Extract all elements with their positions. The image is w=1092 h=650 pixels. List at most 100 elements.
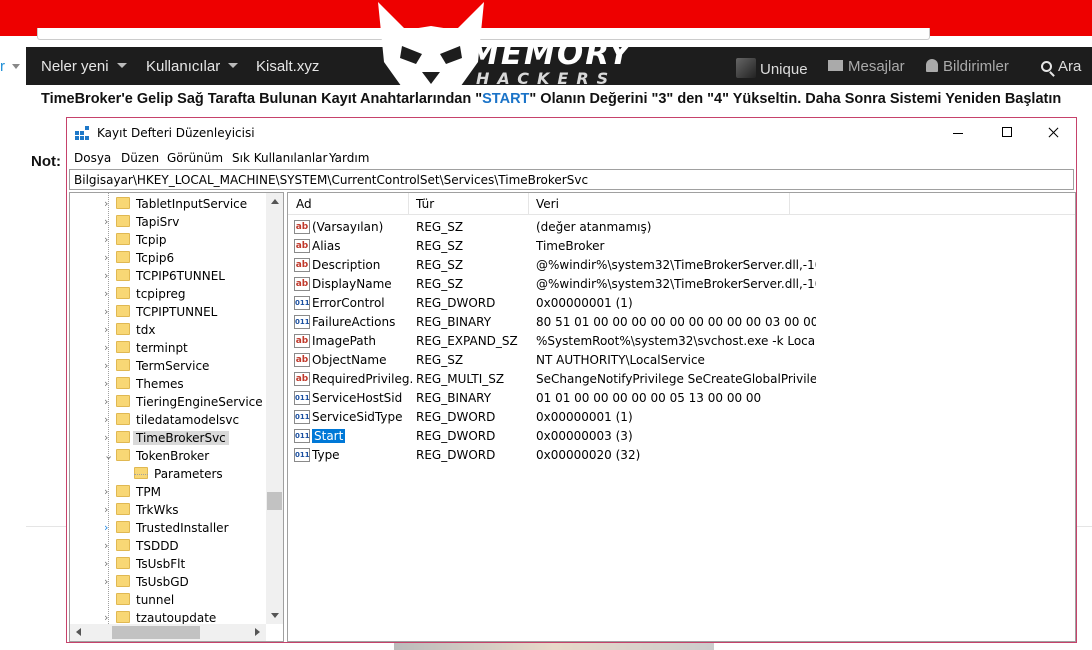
tree-item[interactable]: › TabletInputService xyxy=(70,195,266,213)
menu-file[interactable]: Dosya xyxy=(74,151,111,165)
scroll-thumb[interactable] xyxy=(267,492,282,510)
tree-connector xyxy=(134,474,148,475)
scroll-left-icon[interactable] xyxy=(76,628,81,636)
tree-item[interactable]: › TPM xyxy=(70,483,266,501)
tree-item[interactable]: › TieringEngineService xyxy=(70,393,266,411)
nav-whats-new[interactable]: Neler yeni xyxy=(41,58,127,75)
tree-item-label: TokenBroker xyxy=(136,449,210,463)
column-header-name[interactable]: Ad xyxy=(296,197,312,211)
value-row[interactable]: ab DisplayName REG_SZ @%windir%\system32\Ti… xyxy=(288,275,1075,294)
value-name: ImagePath xyxy=(312,334,376,348)
tree-item[interactable]: › TrkWks xyxy=(70,501,266,519)
nav-search-label: Ara xyxy=(1058,58,1082,75)
value-row[interactable]: 011 ServiceSidType REG_DWORD 0x00000001 (1) xyxy=(288,408,1075,427)
column-divider[interactable] xyxy=(789,193,790,215)
tree-item[interactable]: › Themes xyxy=(70,375,266,393)
value-row[interactable]: 011 Type REG_DWORD 0x00000020 (32) xyxy=(288,446,1075,465)
tree-item[interactable]: › Tcpip6 xyxy=(70,249,266,267)
tree-item[interactable]: › TsUsbGD xyxy=(70,573,266,591)
menu-favorites[interactable]: Sık Kullanılanlar xyxy=(232,151,327,165)
close-button[interactable] xyxy=(1030,118,1076,148)
folder-icon xyxy=(116,449,130,461)
bell-icon xyxy=(926,59,938,72)
nav-members[interactable]: Kullanıcılar xyxy=(146,58,239,75)
tree-item[interactable]: › TermService xyxy=(70,357,266,375)
value-row[interactable]: ab RequiredPrivileg... REG_MULTI_SZ SeChang… xyxy=(288,370,1075,389)
folder-icon xyxy=(116,485,130,497)
value-data: %SystemRoot%\system32\svchost.exe -k Loc… xyxy=(536,334,816,348)
tree-item-label: TsUsbFlt xyxy=(136,557,186,571)
scroll-down-icon[interactable] xyxy=(271,613,279,618)
nav-user[interactable]: Unique xyxy=(736,58,808,78)
tree-item-label: tcpipreg xyxy=(136,287,186,301)
site-logo[interactable]: MEMORY HACKERS xyxy=(376,0,631,98)
tree-item[interactable]: › TCPIP6TUNNEL xyxy=(70,267,266,285)
folder-icon xyxy=(116,251,130,263)
value-name-cell: ServiceSidType xyxy=(312,410,412,424)
nav-search[interactable]: Ara xyxy=(1041,58,1081,75)
column-divider[interactable] xyxy=(408,193,409,215)
value-row[interactable]: 011 ErrorControl REG_DWORD 0x00000001 (1) xyxy=(288,294,1075,313)
nav-messages[interactable]: Mesajlar xyxy=(828,58,905,75)
nav-whats-new-label: Neler yeni xyxy=(41,58,109,75)
address-bar[interactable]: Bilgisayar\HKEY_LOCAL_MACHINE\SYSTEM\Cur… xyxy=(69,169,1074,190)
value-name: ServiceHostSid xyxy=(312,391,403,405)
tree-vertical-scrollbar[interactable] xyxy=(266,193,283,624)
window-titlebar[interactable]: Kayıt Defteri Düzenleyicisi xyxy=(67,118,1076,148)
nav-kisalt[interactable]: Kisalt.xyz xyxy=(256,58,319,75)
tree-item[interactable]: › TCPIPTUNNEL xyxy=(70,303,266,321)
nav-notifications[interactable]: Bildirimler xyxy=(926,58,1009,75)
tree-item[interactable]: › terminpt xyxy=(70,339,266,357)
column-header-type[interactable]: Tür xyxy=(416,197,434,211)
value-row[interactable]: ab ObjectName REG_SZ NT AUTHORITY\LocalServ… xyxy=(288,351,1075,370)
tree-item[interactable]: › tcpipreg xyxy=(70,285,266,303)
value-row[interactable]: ab Description REG_SZ @%windir%\system32\Ti… xyxy=(288,256,1075,275)
tree-item[interactable]: › TapiSrv xyxy=(70,213,266,231)
tree-item-label: Tcpip xyxy=(136,233,167,247)
tree-item-label: tunnel xyxy=(136,593,175,607)
scroll-thumb[interactable] xyxy=(112,626,200,639)
folder-icon xyxy=(116,215,130,227)
instruction-highlight: START xyxy=(482,91,530,107)
menu-help[interactable]: Yardım xyxy=(329,151,369,165)
value-row[interactable]: 011 Start REG_DWORD 0x00000003 (3) xyxy=(288,427,1075,446)
binary-value-icon: 011 xyxy=(294,429,310,443)
folder-icon xyxy=(116,377,130,389)
folder-icon xyxy=(116,287,130,299)
menu-edit[interactable]: Düzen xyxy=(121,151,159,165)
tree-item[interactable]: › tdx xyxy=(70,321,266,339)
scroll-right-icon[interactable] xyxy=(255,628,260,636)
value-data: 0x00000020 (32) xyxy=(536,448,641,462)
search-icon xyxy=(1041,61,1052,72)
value-row[interactable]: ab ImagePath REG_EXPAND_SZ %SystemRoot%\sys… xyxy=(288,332,1075,351)
value-row[interactable]: ab Alias REG_SZ TimeBroker xyxy=(288,237,1075,256)
tree-item[interactable]: › TsUsbFlt xyxy=(70,555,266,573)
nav-left-stub[interactable]: r xyxy=(0,47,26,85)
scroll-up-icon[interactable] xyxy=(271,199,279,204)
tree-item[interactable]: Parameters xyxy=(70,465,266,483)
tree-item-label: TrkWks xyxy=(136,503,179,517)
tree-item[interactable]: › TSDDD xyxy=(70,537,266,555)
tree-item[interactable]: › TimeBrokerSvc xyxy=(70,429,266,447)
column-header-data[interactable]: Veri xyxy=(536,197,559,211)
folder-icon xyxy=(116,611,130,623)
tree-item[interactable]: ⌄ TokenBroker xyxy=(70,447,266,465)
minimize-button[interactable] xyxy=(935,118,981,148)
column-divider[interactable] xyxy=(528,193,529,215)
menu-view[interactable]: Görünüm xyxy=(167,151,223,165)
tree-item[interactable]: tunnel xyxy=(70,591,266,609)
value-row[interactable]: ab (Varsayılan) REG_SZ (değer atanmamış) xyxy=(288,218,1075,237)
folder-icon xyxy=(116,539,130,551)
value-name: ServiceSidType xyxy=(312,410,403,424)
regedit-app-icon xyxy=(75,126,89,140)
value-row[interactable]: 011 ServiceHostSid REG_BINARY 01 01 00 00 0… xyxy=(288,389,1075,408)
tree-horizontal-scrollbar[interactable] xyxy=(70,624,266,641)
value-row[interactable]: 011 FailureActions REG_BINARY 80 51 01 00 0… xyxy=(288,313,1075,332)
tree-item[interactable]: › TrustedInstaller xyxy=(70,519,266,537)
tree-item[interactable]: › Tcpip xyxy=(70,231,266,249)
value-data: TimeBroker xyxy=(536,239,605,253)
tree-item[interactable]: › tiledatamodelsvc xyxy=(70,411,266,429)
folder-icon xyxy=(116,593,130,605)
value-name: RequiredPrivileg... xyxy=(312,372,412,386)
maximize-button[interactable] xyxy=(984,118,1030,148)
